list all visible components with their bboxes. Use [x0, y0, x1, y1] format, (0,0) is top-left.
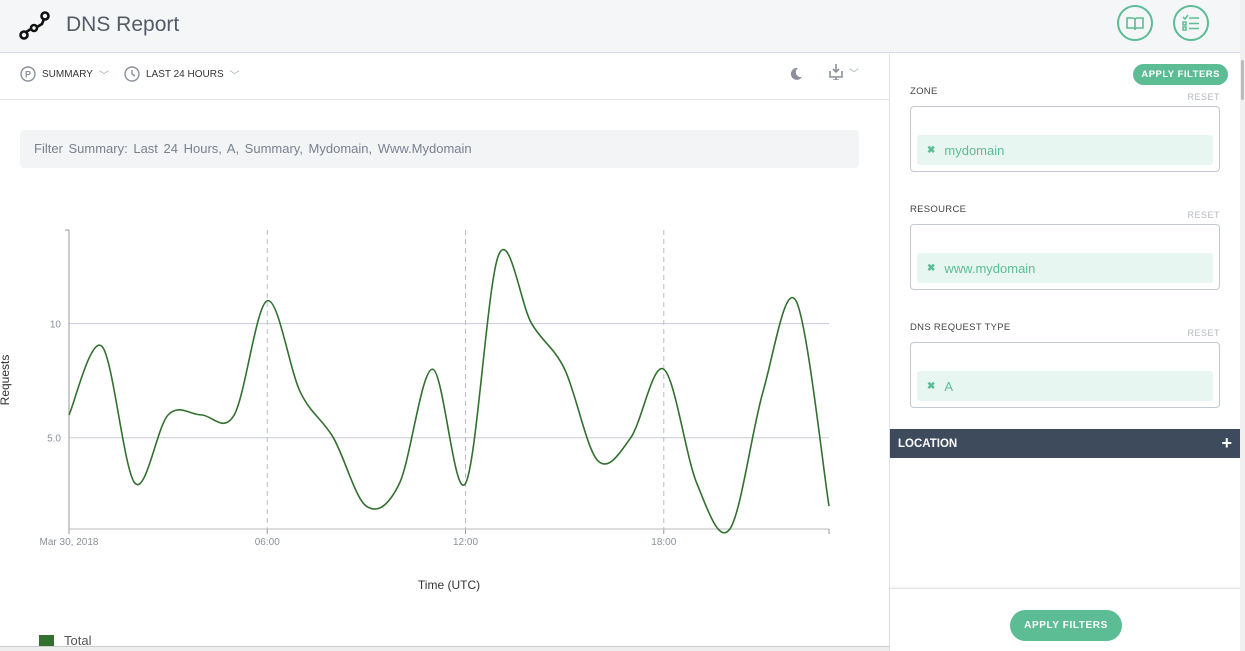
- summary-dropdown[interactable]: P SUMMARY ﹀: [20, 66, 109, 82]
- resource-field[interactable]: ✖ www.mydomain: [910, 224, 1220, 290]
- remove-icon[interactable]: ✖: [927, 263, 935, 274]
- zone-reset-link[interactable]: RESET: [1187, 92, 1220, 102]
- x-tick-label: 12:00: [453, 537, 478, 548]
- time-range-label: LAST 24 HOURS: [146, 68, 224, 80]
- filters-sidebar: APPLY FILTERS ZONE RESET ✖ mydomain RESOU…: [889, 54, 1241, 651]
- chip-label: mydomain: [944, 142, 1005, 158]
- plus-icon[interactable]: +: [1221, 433, 1232, 454]
- book-icon: [1126, 17, 1144, 30]
- remove-icon[interactable]: ✖: [927, 145, 935, 156]
- clock-icon: [124, 66, 140, 82]
- resource-label: RESOURCE: [910, 204, 967, 215]
- horizontal-scrollbar[interactable]: [0, 646, 889, 651]
- download-icon: [829, 64, 843, 80]
- apply-filters-button-top[interactable]: APPLY FILTERS: [1133, 64, 1228, 85]
- resource-reset-link[interactable]: RESET: [1187, 210, 1220, 220]
- y-tick-label: 5.0: [47, 434, 61, 445]
- x-tick-label: 06:00: [255, 537, 280, 548]
- y-tick-label: 10: [50, 320, 62, 331]
- apply-filters-button[interactable]: APPLY FILTERS: [1010, 610, 1122, 641]
- legend-swatch: [39, 634, 54, 647]
- chip-label: www.mydomain: [944, 260, 1036, 276]
- line-chart: 5.0 10 Mar 30, 2018 06:00 12:00 18:00 Time (UT…: [0, 229, 830, 592]
- chevron-down-icon: ﹀: [98, 70, 109, 82]
- series-line-total: [68, 248, 830, 534]
- dns-request-type-field[interactable]: ✖ A: [910, 342, 1220, 408]
- zone-chip: ✖ mydomain: [917, 135, 1213, 165]
- toolbar: P SUMMARY ﹀ LAST 24 HOURS ﹀ ﹀: [0, 54, 889, 100]
- filter-summary: Filter Summary: Last 24 Hours, A, Summar…: [20, 130, 859, 168]
- export-dropdown[interactable]: ﹀: [829, 64, 859, 80]
- location-section-header[interactable]: LOCATION +: [890, 429, 1240, 458]
- zone-label: ZONE: [910, 86, 938, 97]
- summary-label: SUMMARY: [42, 68, 93, 80]
- scrollbar[interactable]: [1240, 0, 1245, 651]
- time-range-dropdown[interactable]: LAST 24 HOURS ﹀: [124, 66, 240, 82]
- x-tick-label: Mar 30, 2018: [40, 537, 99, 548]
- zone-field[interactable]: ✖ mydomain: [910, 106, 1220, 172]
- dns-request-type-label: DNS REQUEST TYPE: [910, 322, 1011, 333]
- moon-icon[interactable]: [790, 67, 803, 80]
- summary-p-icon: P: [20, 66, 36, 82]
- header: DNS Report: [0, 0, 1240, 53]
- sidebar-footer: APPLY FILTERS: [890, 588, 1241, 651]
- x-tick-label: 18:00: [651, 537, 676, 548]
- location-label: LOCATION: [898, 437, 958, 450]
- checklist-icon: [1182, 14, 1199, 31]
- filters-toggle-button[interactable]: [1173, 5, 1209, 41]
- resource-chip: ✖ www.mydomain: [917, 253, 1213, 283]
- chevron-down-icon: ﹀: [849, 68, 859, 80]
- x-axis-label: Time (UTC): [418, 578, 480, 592]
- page-title: DNS Report: [66, 13, 180, 36]
- y-axis-label: Requests: [0, 355, 12, 406]
- logo-nodes-icon: [19, 11, 50, 40]
- svg-text:P: P: [25, 70, 31, 80]
- dns-request-type-reset-link[interactable]: RESET: [1187, 328, 1220, 338]
- dns-type-chip: ✖ A: [917, 371, 1213, 401]
- remove-icon[interactable]: ✖: [927, 381, 935, 392]
- chevron-down-icon: ﹀: [229, 70, 240, 82]
- docs-button[interactable]: [1117, 5, 1153, 41]
- chip-label: A: [944, 378, 954, 394]
